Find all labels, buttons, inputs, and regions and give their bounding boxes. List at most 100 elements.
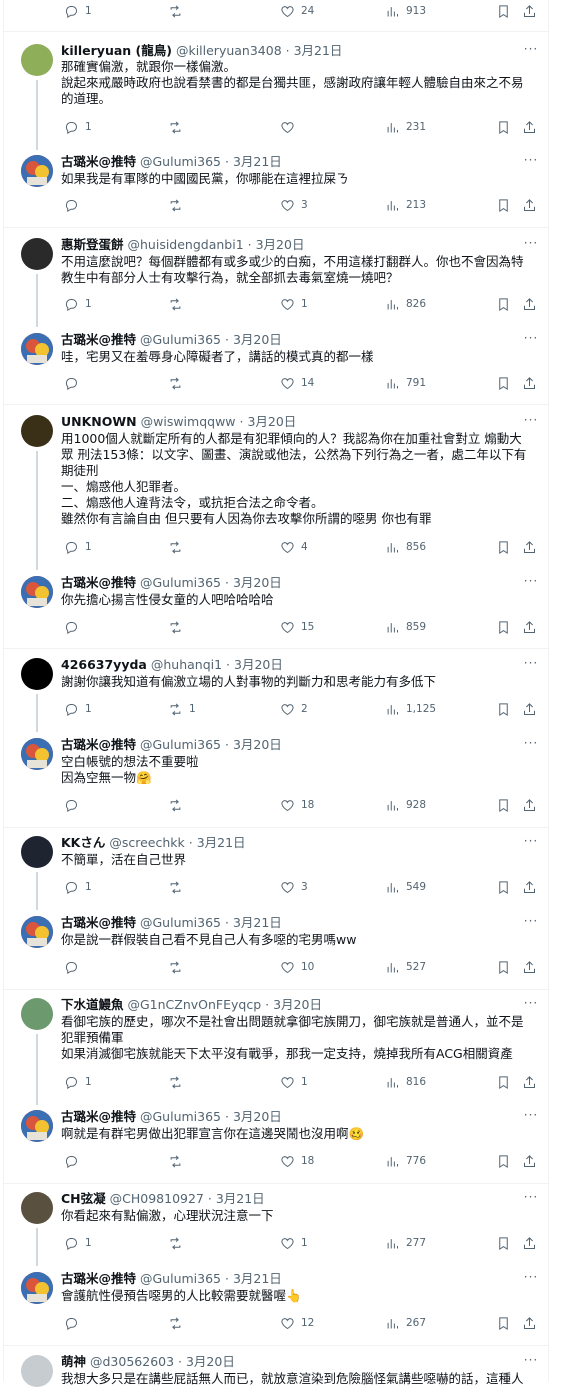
- author-name[interactable]: 古璐米@推特: [61, 1109, 136, 1124]
- like-button[interactable]: 1: [280, 295, 308, 313]
- retweet-button[interactable]: [168, 618, 189, 636]
- like-button[interactable]: 14: [280, 374, 314, 392]
- avatar[interactable]: [21, 1110, 53, 1142]
- author-name[interactable]: UNKNOWN: [61, 414, 137, 429]
- like-button[interactable]: 15: [280, 618, 314, 636]
- author-handle[interactable]: @Gulumi365: [140, 737, 221, 752]
- avatar[interactable]: [21, 1355, 53, 1387]
- bookmark-button[interactable]: [496, 1234, 511, 1252]
- more-icon[interactable]: ···: [522, 574, 540, 588]
- more-icon[interactable]: ···: [522, 736, 540, 750]
- views-button[interactable]: 267: [385, 1314, 426, 1332]
- reply-button[interactable]: 1: [64, 295, 92, 313]
- reply-button[interactable]: [64, 196, 85, 214]
- reply-button[interactable]: [64, 374, 85, 392]
- views-button[interactable]: 277: [385, 1234, 426, 1252]
- author-handle[interactable]: @killeryuan3408: [176, 43, 282, 58]
- author-handle[interactable]: @Gulumi365: [140, 575, 221, 590]
- tweet-date[interactable]: 3月20日: [247, 414, 296, 429]
- author-name[interactable]: 下水道鰻魚: [61, 997, 124, 1012]
- tweet-date[interactable]: 3月20日: [186, 1354, 235, 1369]
- share-button[interactable]: [522, 118, 537, 136]
- bookmark-button[interactable]: [496, 1314, 511, 1332]
- bookmark-button[interactable]: [496, 618, 511, 636]
- more-icon[interactable]: ···: [522, 1270, 540, 1284]
- more-icon[interactable]: ···: [522, 331, 540, 345]
- retweet-button[interactable]: [168, 878, 189, 896]
- reply-button[interactable]: [64, 958, 85, 976]
- more-icon[interactable]: ···: [522, 413, 540, 427]
- author-name[interactable]: 古璐米@推特: [61, 332, 136, 347]
- author-handle[interactable]: @Gulumi365: [140, 915, 221, 930]
- share-button[interactable]: [522, 796, 537, 814]
- tweet-date[interactable]: 3月20日: [256, 237, 305, 252]
- tweet-date[interactable]: 3月20日: [233, 1109, 282, 1124]
- views-button[interactable]: 776: [385, 1152, 426, 1170]
- author-handle[interactable]: @G1nCZnvOnFEyqcp: [128, 997, 262, 1012]
- bookmark-button[interactable]: [496, 1073, 511, 1091]
- author-handle[interactable]: @Gulumi365: [140, 154, 221, 169]
- retweet-button[interactable]: [168, 118, 189, 136]
- tweet-date[interactable]: 3月21日: [197, 835, 246, 850]
- views-button[interactable]: 859: [385, 618, 426, 636]
- share-button[interactable]: [522, 878, 537, 896]
- retweet-button[interactable]: [168, 2, 189, 20]
- author-name[interactable]: 惠斯登蛋餅: [61, 237, 124, 252]
- share-button[interactable]: [522, 1073, 537, 1091]
- like-button[interactable]: 1: [280, 1073, 308, 1091]
- retweet-button[interactable]: [168, 1152, 189, 1170]
- author-handle[interactable]: @d30562603: [90, 1354, 174, 1369]
- avatar[interactable]: [21, 658, 53, 690]
- views-button[interactable]: 816: [385, 1073, 426, 1091]
- reply-button[interactable]: [64, 1314, 85, 1332]
- bookmark-button[interactable]: [496, 374, 511, 392]
- retweet-button[interactable]: [168, 1073, 189, 1091]
- reply-button[interactable]: [64, 1152, 85, 1170]
- retweet-button[interactable]: [168, 196, 189, 214]
- avatar[interactable]: [21, 155, 53, 187]
- reply-button[interactable]: 1: [64, 1073, 92, 1091]
- like-button[interactable]: 18: [280, 1152, 314, 1170]
- share-button[interactable]: [522, 1152, 537, 1170]
- author-handle[interactable]: @CH09810927: [110, 1191, 204, 1206]
- share-button[interactable]: [522, 2, 537, 20]
- author-handle[interactable]: @Gulumi365: [140, 1109, 221, 1124]
- like-button[interactable]: 4: [280, 538, 308, 556]
- avatar[interactable]: [21, 415, 53, 447]
- bookmark-button[interactable]: [496, 1152, 511, 1170]
- share-button[interactable]: [522, 196, 537, 214]
- retweet-button[interactable]: 1: [168, 700, 196, 718]
- author-name[interactable]: 426637yyda: [61, 657, 147, 672]
- author-handle[interactable]: @huisidengdanbi1: [128, 237, 244, 252]
- bookmark-button[interactable]: [496, 196, 511, 214]
- retweet-button[interactable]: [168, 538, 189, 556]
- like-button[interactable]: 18: [280, 796, 314, 814]
- views-button[interactable]: 856: [385, 538, 426, 556]
- reply-button[interactable]: 1: [64, 878, 92, 896]
- author-name[interactable]: 古璐米@推特: [61, 575, 136, 590]
- more-icon[interactable]: ···: [522, 236, 540, 250]
- retweet-button[interactable]: [168, 374, 189, 392]
- views-button[interactable]: 549: [385, 878, 426, 896]
- author-name[interactable]: 萌神: [61, 1354, 86, 1369]
- avatar[interactable]: [21, 576, 53, 608]
- more-icon[interactable]: ···: [522, 1353, 540, 1367]
- avatar[interactable]: [21, 916, 53, 948]
- avatar[interactable]: [21, 738, 53, 770]
- tweet-date[interactable]: 3月21日: [216, 1191, 265, 1206]
- views-button[interactable]: 213: [385, 196, 426, 214]
- tweet-date[interactable]: 3月21日: [233, 154, 282, 169]
- retweet-button[interactable]: [168, 1234, 189, 1252]
- tweet-date[interactable]: 3月20日: [273, 997, 322, 1012]
- more-icon[interactable]: ···: [522, 1108, 540, 1122]
- like-button[interactable]: 12: [280, 1314, 314, 1332]
- author-name[interactable]: 古璐米@推特: [61, 154, 136, 169]
- tweet-date[interactable]: 3月20日: [234, 657, 283, 672]
- reply-button[interactable]: [64, 618, 85, 636]
- reply-button[interactable]: 1: [64, 2, 92, 20]
- share-button[interactable]: [522, 1234, 537, 1252]
- like-button[interactable]: 2: [280, 700, 308, 718]
- author-name[interactable]: 古璐米@推特: [61, 737, 136, 752]
- author-name[interactable]: killeryuan (龍鳥): [61, 43, 172, 58]
- author-handle[interactable]: @Gulumi365: [140, 1271, 221, 1286]
